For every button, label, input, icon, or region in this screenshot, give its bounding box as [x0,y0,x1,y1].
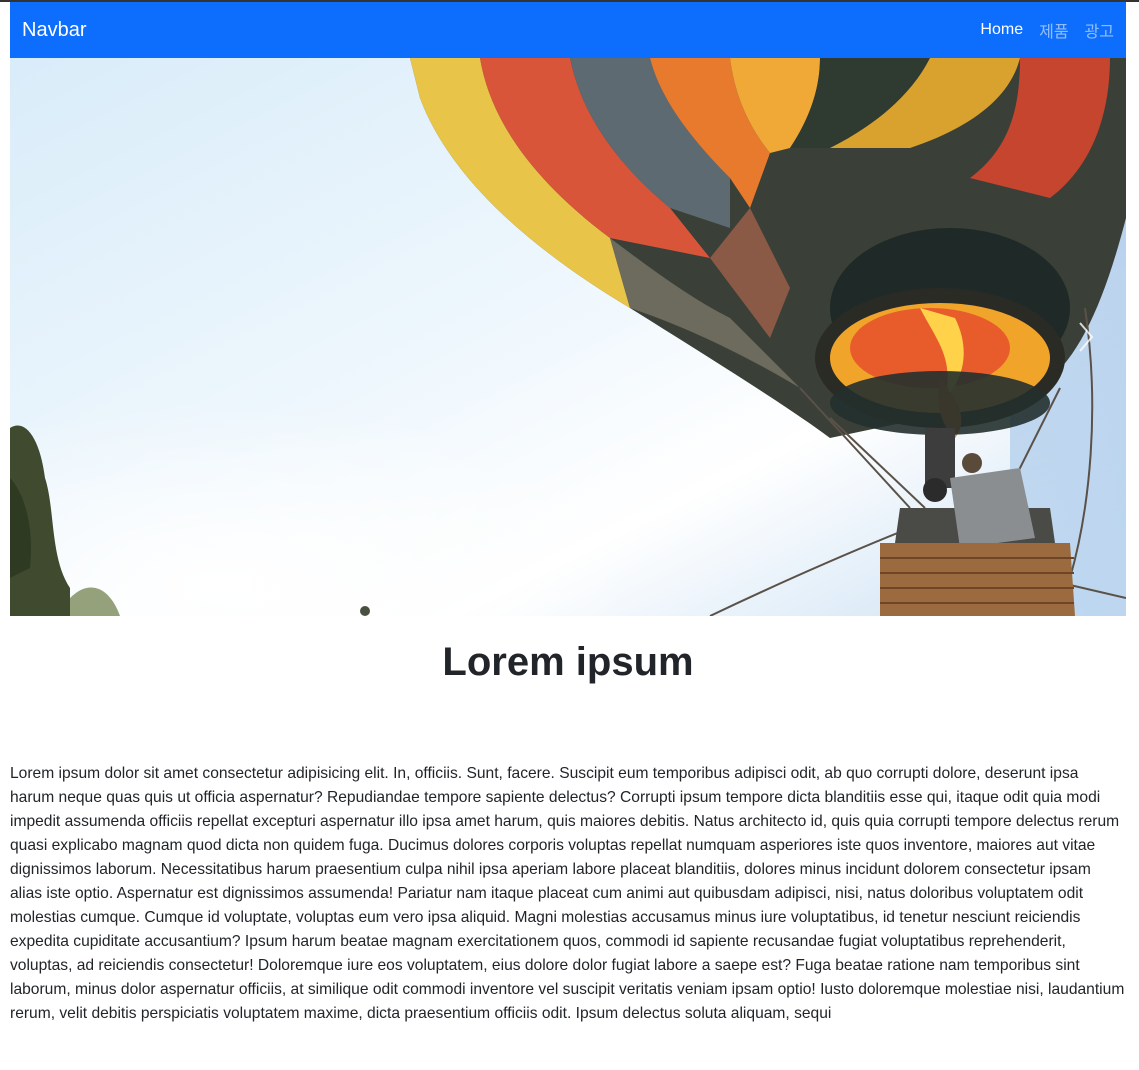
nav-link-home[interactable]: Home [980,21,1023,39]
page-title: Lorem ipsum [442,640,694,684]
navbar: Navbar Home 제품 광고 [10,2,1126,58]
nav-links: Home 제품 광고 [980,18,1114,42]
nav-link-ads[interactable]: 광고 [1085,18,1114,42]
page-container: Navbar Home 제품 광고 Lorem ipsum Lorem ipsu… [10,2,1126,1022]
nav-link-products[interactable]: 제품 [1039,18,1068,42]
chevron-right-icon [1079,322,1094,352]
navbar-brand[interactable]: Navbar [22,19,86,42]
carousel [10,58,1126,616]
body-paragraph: Lorem ipsum dolor sit amet consectetur a… [10,765,1125,1022]
carousel-prev-button[interactable] [10,58,90,616]
carousel-next-button[interactable] [1046,58,1126,616]
hot-air-balloon-image [10,58,1126,616]
